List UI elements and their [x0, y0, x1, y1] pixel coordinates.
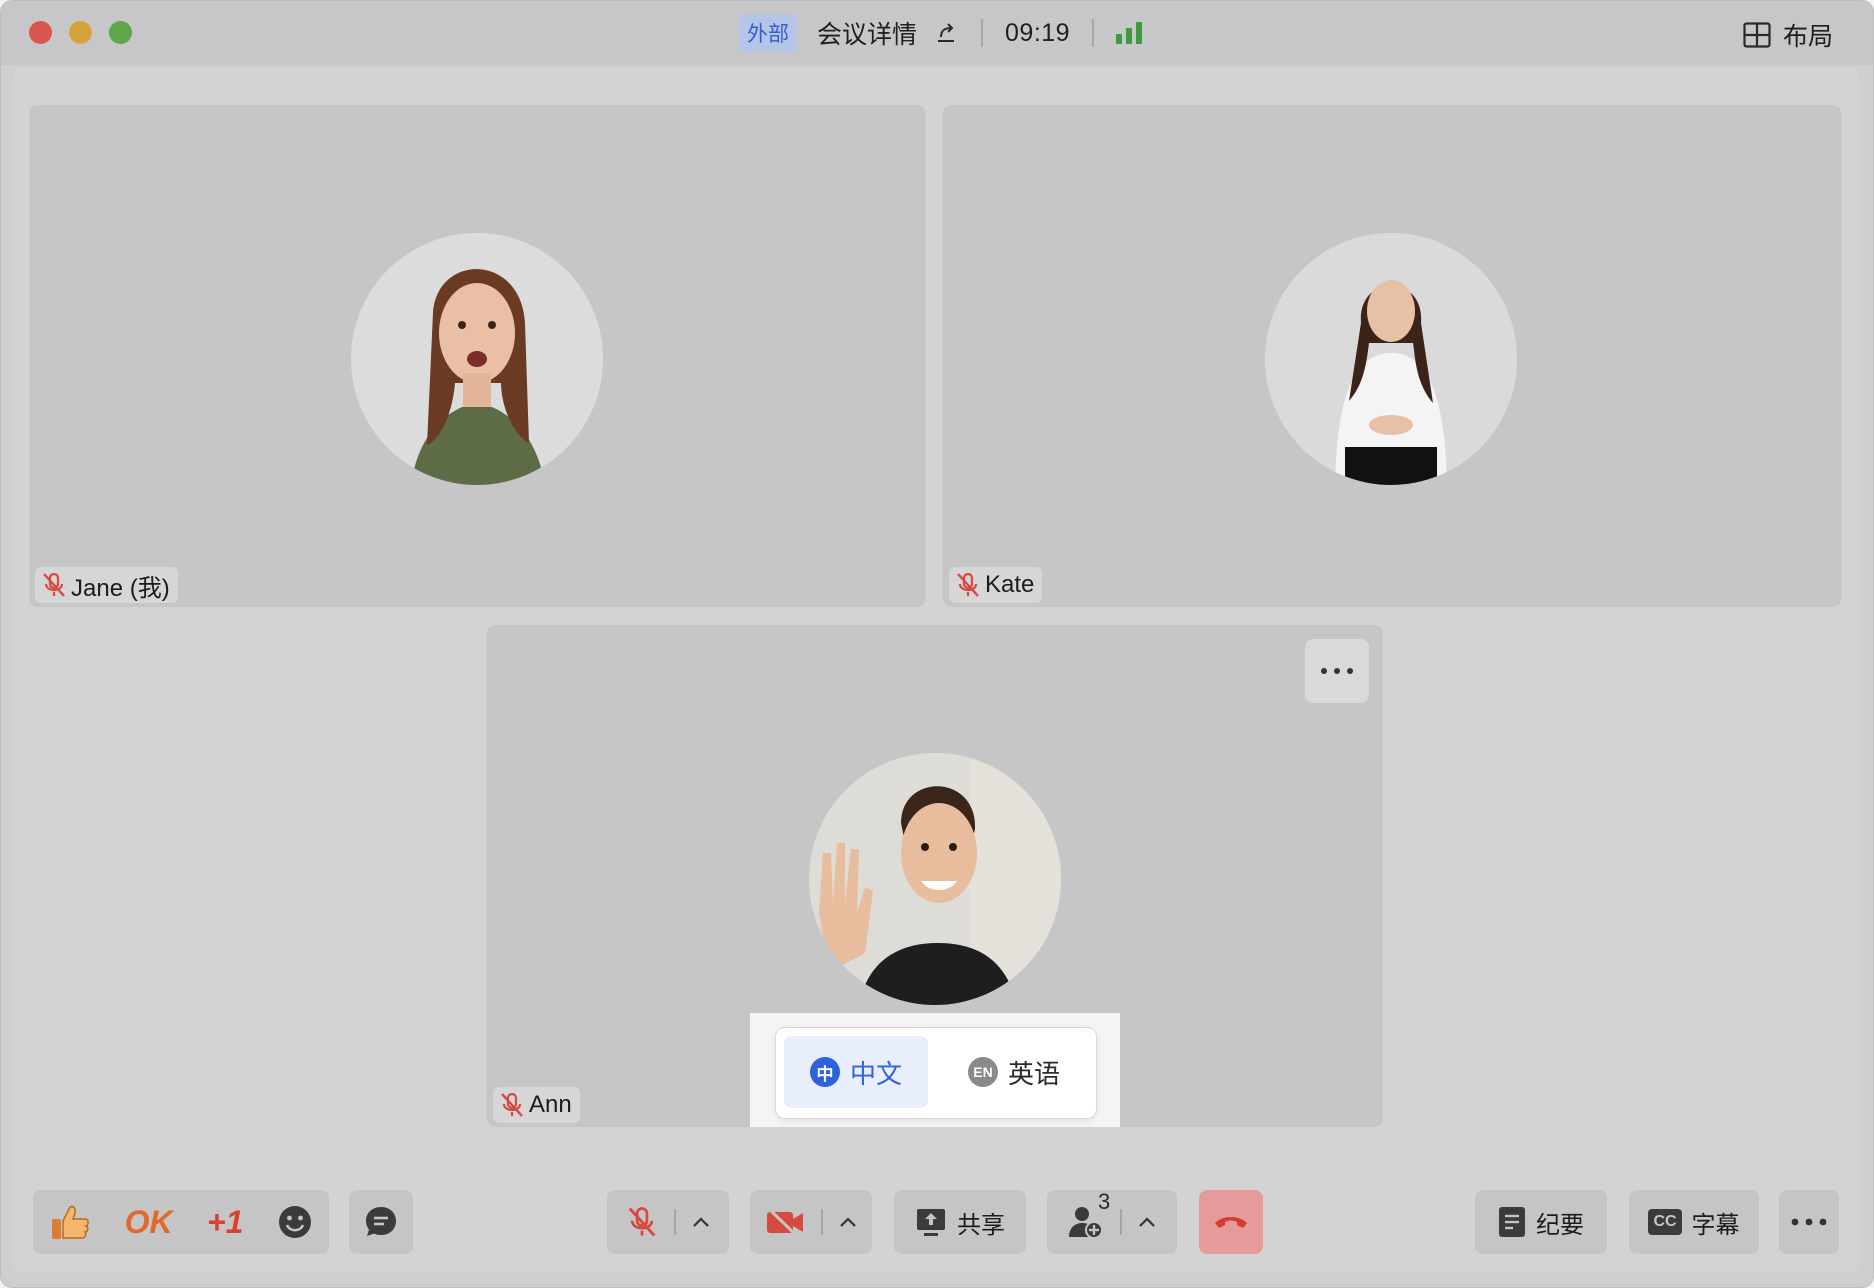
- title-separator: [981, 19, 984, 47]
- emoji-picker-icon[interactable]: [278, 1205, 312, 1239]
- minimize-window-button[interactable]: [69, 21, 92, 44]
- microphone-control[interactable]: [607, 1190, 729, 1254]
- toolbar-separator: [1120, 1209, 1122, 1235]
- avatar: [351, 233, 603, 485]
- title-center: 外部 会议详情 09:19: [739, 14, 1143, 52]
- chevron-up-icon[interactable]: [1138, 1216, 1156, 1228]
- grid-layout-icon: [1743, 22, 1771, 48]
- share-screen-button[interactable]: 共享: [894, 1190, 1026, 1254]
- captions-button[interactable]: CC 字幕: [1629, 1190, 1759, 1254]
- participants-button[interactable]: 3: [1068, 1189, 1110, 1239]
- toolbar-separator: [674, 1209, 676, 1235]
- jane-avatar-image: [351, 233, 603, 485]
- chinese-language-icon: 中: [809, 1057, 840, 1087]
- toolbar-separator: [821, 1209, 823, 1235]
- more-dots-icon: [1321, 668, 1353, 674]
- meeting-window: 外部 会议详情 09:19 布局 Jane (我) Kate Ann 中 中文 …: [0, 0, 1874, 1288]
- meeting-details-link[interactable]: 会议详情: [817, 15, 917, 51]
- end-call-button[interactable]: [1199, 1190, 1263, 1254]
- meeting-timer: 09:19: [1005, 18, 1071, 47]
- participant-tile-jane[interactable]: Jane (我): [29, 105, 925, 607]
- participant-name-tag: Ann: [493, 1087, 580, 1123]
- participants-control[interactable]: 3: [1047, 1189, 1177, 1254]
- notes-label: 纪要: [1536, 1211, 1584, 1239]
- participant-name: Ann: [529, 1091, 572, 1118]
- participant-name: Jane (我): [71, 574, 170, 602]
- avatar: [809, 753, 1061, 1005]
- participant-name: Kate: [985, 571, 1035, 598]
- ok-reaction-button[interactable]: OK: [125, 1204, 173, 1241]
- participant-count: 3: [1098, 1189, 1111, 1214]
- mic-muted-icon: [957, 572, 979, 597]
- zoom-window-button[interactable]: [109, 21, 132, 44]
- chevron-up-icon[interactable]: [692, 1216, 710, 1228]
- avatar: [1265, 233, 1517, 485]
- language-option-chinese[interactable]: 中 中文: [784, 1036, 928, 1108]
- thumbs-up-icon[interactable]: [50, 1203, 90, 1241]
- network-signal-icon[interactable]: [1116, 22, 1143, 44]
- share-screen-icon: [917, 1209, 945, 1236]
- hang-up-icon: [1215, 1217, 1247, 1228]
- language-label: 中文: [849, 1058, 902, 1089]
- share-link-icon[interactable]: [935, 21, 959, 45]
- more-dots-icon: [1791, 1218, 1827, 1226]
- chevron-up-icon[interactable]: [839, 1216, 857, 1228]
- kate-avatar-image: [1265, 233, 1517, 485]
- more-options-button[interactable]: [1779, 1190, 1839, 1254]
- title-bar: 外部 会议详情 09:19 布局: [1, 1, 1873, 65]
- participant-tile-kate[interactable]: Kate: [943, 105, 1841, 607]
- reaction-group: OK +1: [33, 1190, 329, 1254]
- captions-label: 字幕: [1691, 1211, 1740, 1239]
- language-option-english[interactable]: EN 英语: [944, 1036, 1084, 1108]
- mic-muted-icon: [501, 1092, 523, 1117]
- layout-button[interactable]: 布局: [1743, 17, 1833, 53]
- meeting-notes-button[interactable]: 纪要: [1475, 1190, 1607, 1254]
- plus-one-reaction-button[interactable]: +1: [207, 1204, 243, 1241]
- closed-captions-icon: CC: [1648, 1209, 1682, 1235]
- title-separator: [1092, 19, 1095, 47]
- camera-off-icon[interactable]: [765, 1207, 805, 1237]
- share-label: 共享: [957, 1211, 1005, 1239]
- notes-icon: [1499, 1207, 1525, 1237]
- external-badge: 外部: [739, 14, 797, 52]
- participant-name-tag: Jane (我): [35, 567, 178, 603]
- layout-label: 布局: [1782, 23, 1833, 51]
- chat-button[interactable]: [349, 1190, 413, 1254]
- language-switcher: 中 中文 EN 英语: [775, 1027, 1097, 1119]
- ann-avatar-image: [809, 753, 1061, 1005]
- language-label: 英语: [1007, 1058, 1060, 1089]
- chat-bubble-icon: [366, 1207, 396, 1236]
- tile-more-options-button[interactable]: [1305, 639, 1369, 703]
- participant-name-tag: Kate: [949, 567, 1043, 603]
- mic-muted-icon[interactable]: [626, 1204, 658, 1240]
- english-language-icon: EN: [967, 1057, 998, 1087]
- camera-control[interactable]: [750, 1190, 872, 1254]
- mic-muted-icon: [43, 572, 65, 597]
- close-window-button[interactable]: [29, 21, 52, 44]
